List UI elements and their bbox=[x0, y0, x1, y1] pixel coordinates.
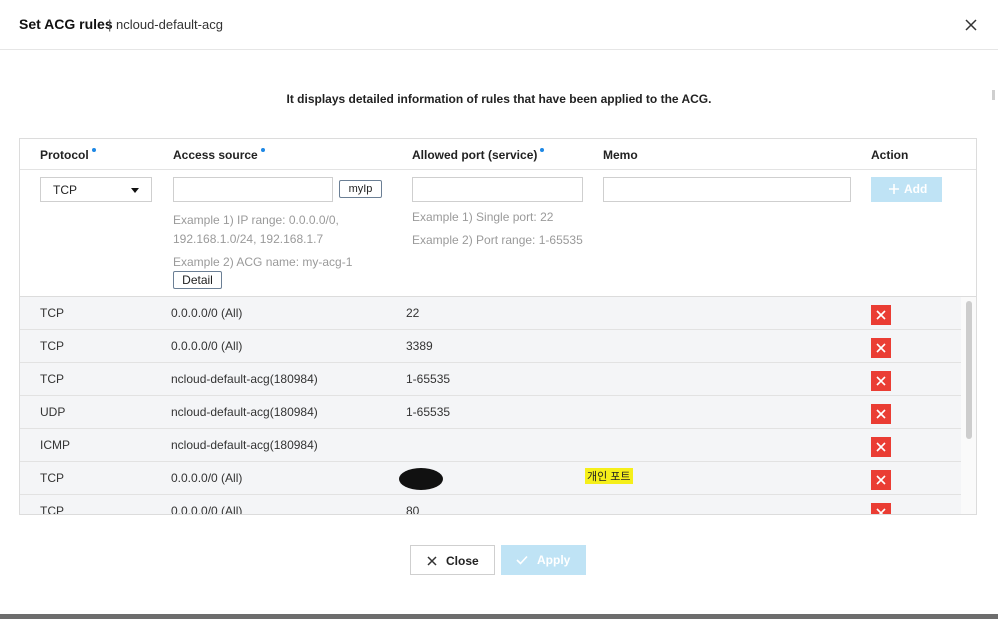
rule-protocol: TCP bbox=[40, 372, 64, 386]
plus-icon bbox=[889, 184, 899, 194]
rule-source: ncloud-default-acg(180984) bbox=[171, 438, 318, 452]
column-allowed-port-label: Allowed port (service) bbox=[412, 148, 538, 162]
close-icon bbox=[876, 475, 886, 485]
rule-source: 0.0.0.0/0 (All) bbox=[171, 306, 243, 320]
table-row: TCP 0.0.0.0/0 (All) 80 bbox=[20, 495, 961, 515]
required-dot-icon bbox=[91, 148, 96, 152]
myip-button[interactable]: myIp bbox=[339, 180, 382, 198]
add-rule-button[interactable]: Add bbox=[871, 177, 942, 202]
access-example-1a: Example 1) IP range: 0.0.0.0/0, bbox=[173, 213, 339, 227]
table-row: TCP 0.0.0.0/0 (All) 개인 포트 bbox=[20, 462, 961, 495]
caret-down-icon bbox=[131, 188, 139, 193]
column-allowed-port: Allowed port (service) bbox=[412, 148, 545, 162]
add-rule-label: Add bbox=[904, 182, 928, 196]
rule-source: ncloud-default-acg(180984) bbox=[171, 405, 318, 419]
rule-protocol: ICMP bbox=[40, 438, 70, 452]
column-access-source: Access source bbox=[173, 148, 265, 162]
close-icon[interactable] bbox=[963, 17, 979, 33]
title-separator: | bbox=[108, 17, 112, 32]
header-divider bbox=[20, 169, 976, 170]
required-dot-icon bbox=[260, 148, 265, 152]
rule-source: 0.0.0.0/0 (All) bbox=[171, 504, 243, 515]
close-icon bbox=[876, 343, 886, 353]
rule-source: 0.0.0.0/0 (All) bbox=[171, 471, 243, 485]
protocol-select-value: TCP bbox=[53, 183, 77, 197]
close-icon bbox=[876, 442, 886, 452]
table-row: TCP 0.0.0.0/0 (All) 22 bbox=[20, 297, 961, 330]
delete-rule-button[interactable] bbox=[871, 470, 891, 490]
rule-port: 80 bbox=[406, 504, 420, 515]
delete-rule-button[interactable] bbox=[871, 503, 891, 514]
delete-rule-button[interactable] bbox=[871, 305, 891, 325]
column-access-source-label: Access source bbox=[173, 148, 258, 162]
port-example-1: Example 1) Single port: 22 bbox=[412, 210, 554, 224]
access-example-1b: 192.168.1.0/24, 192.168.1.7 bbox=[173, 232, 324, 246]
rule-protocol: TCP bbox=[40, 471, 64, 485]
dialog-subtitle: ncloud-default-acg bbox=[116, 17, 223, 32]
access-source-input[interactable] bbox=[173, 177, 333, 202]
close-icon bbox=[876, 376, 886, 386]
close-icon bbox=[427, 556, 437, 566]
delete-rule-button[interactable] bbox=[871, 371, 891, 391]
close-icon bbox=[876, 310, 886, 320]
close-icon bbox=[876, 508, 886, 514]
required-dot-icon bbox=[540, 148, 545, 152]
table-row: TCP 0.0.0.0/0 (All) 3389 bbox=[20, 330, 961, 363]
rule-port: 22 bbox=[406, 306, 420, 320]
rule-port: 1-65535 bbox=[406, 372, 451, 386]
rule-list: TCP 0.0.0.0/0 (All) 22 TCP 0.0.0.0/0 (Al… bbox=[20, 296, 976, 515]
close-button[interactable]: Close bbox=[410, 545, 495, 575]
port-example-2: Example 2) Port range: 1-65535 bbox=[412, 233, 583, 247]
table-row: ICMP ncloud-default-acg(180984) bbox=[20, 429, 961, 462]
memo-input[interactable] bbox=[603, 177, 851, 202]
close-button-label: Close bbox=[446, 554, 479, 568]
rule-protocol: TCP bbox=[40, 504, 64, 515]
redacted-port-scribble bbox=[399, 468, 443, 490]
rule-protocol: TCP bbox=[40, 339, 64, 353]
column-memo: Memo bbox=[603, 148, 638, 162]
table-row: TCP ncloud-default-acg(180984) 1-65535 bbox=[20, 363, 961, 396]
delete-rule-button[interactable] bbox=[871, 437, 891, 457]
rule-memo: 개인 포트 bbox=[585, 468, 633, 484]
access-example-2: Example 2) ACG name: my-acg-1 bbox=[173, 255, 353, 269]
rule-source: ncloud-default-acg(180984) bbox=[171, 372, 318, 386]
check-icon bbox=[516, 555, 528, 565]
rule-protocol: UDP bbox=[40, 405, 66, 419]
protocol-select[interactable]: TCP bbox=[40, 177, 152, 202]
bottom-edge bbox=[0, 614, 998, 619]
delete-rule-button[interactable] bbox=[871, 338, 891, 358]
table-row: UDP ncloud-default-acg(180984) 1-65535 bbox=[20, 396, 961, 429]
rule-port: 1-65535 bbox=[406, 405, 451, 419]
allowed-port-input[interactable] bbox=[412, 177, 583, 202]
apply-button[interactable]: Apply bbox=[501, 545, 586, 575]
detail-button[interactable]: Detail bbox=[173, 271, 222, 289]
close-icon bbox=[876, 409, 886, 419]
rule-source: 0.0.0.0/0 (All) bbox=[171, 339, 243, 353]
column-protocol-label: Protocol bbox=[40, 148, 89, 162]
rule-port: 3389 bbox=[406, 339, 433, 353]
column-action: Action bbox=[871, 148, 909, 162]
column-protocol: Protocol bbox=[40, 148, 96, 162]
apply-button-label: Apply bbox=[537, 553, 571, 567]
rule-protocol: TCP bbox=[40, 306, 64, 320]
dialog-title: Set ACG rules bbox=[19, 16, 113, 32]
dialog-description: It displays detailed information of rule… bbox=[286, 92, 712, 106]
rule-list-scroll-thumb[interactable] bbox=[966, 301, 972, 439]
delete-rule-button[interactable] bbox=[871, 404, 891, 424]
acg-rules-table: Protocol Access source Allowed port (ser… bbox=[19, 138, 977, 515]
dialog-header: Set ACG rules | ncloud-default-acg bbox=[0, 0, 998, 50]
